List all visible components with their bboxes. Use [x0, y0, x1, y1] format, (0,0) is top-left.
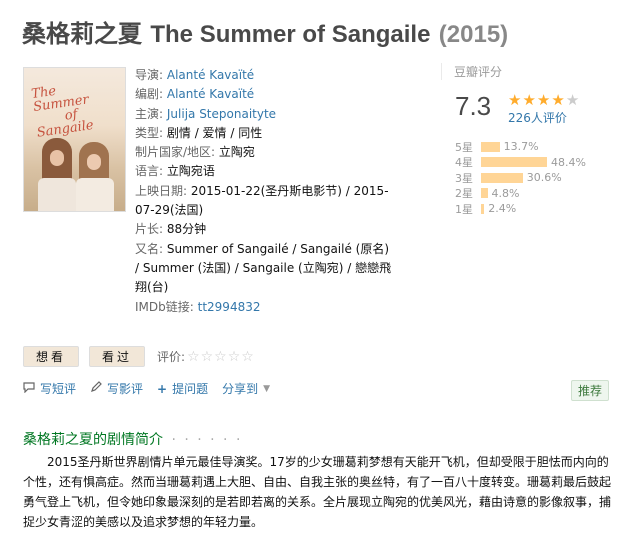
- title-zh: 桑格莉之夏: [22, 20, 142, 48]
- plus-icon: +: [157, 381, 168, 396]
- chevron-down-icon: ▼: [263, 383, 271, 394]
- rating-bar-fill: [481, 203, 485, 214]
- write-short-comment-label: 写短评: [40, 382, 77, 396]
- recommend-button[interactable]: 推荐: [571, 380, 610, 401]
- rating-bar-row: 3星 30.6%: [455, 170, 586, 186]
- rating-bar-percent: 48.4%: [551, 155, 586, 169]
- director-link[interactable]: Alanté Kavaïté: [167, 68, 254, 82]
- rating-bar-row: 5星 13.7%: [455, 139, 586, 155]
- rating-bar-label: 2星: [455, 187, 473, 201]
- country-value: 立陶宛: [218, 145, 255, 160]
- movie-poster[interactable]: The Summer of Sangaile: [23, 67, 126, 212]
- rating-bar-row: 4星 48.4%: [455, 155, 586, 171]
- rating-bar-percent: 2.4%: [488, 202, 517, 216]
- language-value: 立陶宛语: [166, 164, 215, 179]
- rating-bar-fill: [481, 157, 547, 168]
- rating-bar-label: 3星: [455, 171, 473, 185]
- rating-bar-label: 4星: [455, 156, 473, 170]
- rating-stars: ★★★★★: [508, 91, 580, 109]
- rating-bar-percent: 30.6%: [526, 171, 562, 185]
- rating-count-link[interactable]: 226人评价: [508, 109, 567, 126]
- want-to-watch-button[interactable]: 想看: [23, 346, 80, 367]
- star-filled-icon: ★: [522, 91, 537, 109]
- star-filled-icon: ★: [551, 91, 566, 109]
- rating-panel: 豆瓣评分 7.3 ★★★★★ 226人评价 5星 13.7% 4星 48.4% 3星 30…: [441, 63, 611, 216]
- rating-bar-percent: 13.7%: [503, 140, 539, 154]
- synopsis-heading: 桑格莉之夏的剧情简介 · · · · · ·: [23, 429, 242, 449]
- aka-value: Summer of Sangailé / Sangailé (原名) / Sum…: [135, 241, 392, 295]
- rate-stars-input[interactable]: ☆☆☆☆☆: [187, 349, 255, 365]
- page-title: 桑格莉之夏 The Summer of Sangaile (2015): [22, 14, 508, 49]
- toolbar: 写短评 写影评 + 提问题 分享到 ▼: [23, 380, 284, 397]
- cast-link[interactable]: Julija Steponaityte: [167, 107, 276, 121]
- rating-bar-label: 1星: [455, 202, 473, 216]
- rating-bar-row: 2星 4.8%: [455, 186, 586, 202]
- genre-value: 剧情 / 爱情 / 同性: [166, 125, 263, 140]
- pencil-icon: [90, 381, 102, 396]
- rating-score: 7.3: [455, 91, 492, 121]
- star-filled-icon: ★: [536, 91, 552, 109]
- synopsis-text: 2015圣丹斯世界剧情片单元最佳导演奖。17岁的少女珊葛莉梦想有天能开飞机，但却…: [23, 455, 612, 529]
- title-year: (2015): [438, 21, 509, 48]
- cast-label: 主演:: [135, 106, 164, 121]
- country-label: 制片国家/地区:: [135, 145, 216, 160]
- genre-label: 类型:: [135, 125, 164, 140]
- evaluate-label: 评价:: [157, 350, 186, 364]
- rating-header: 豆瓣评分: [454, 65, 503, 79]
- director-label: 导演:: [135, 68, 164, 82]
- writer-label: 编剧:: [135, 87, 164, 102]
- imdb-label: IMDb链接:: [135, 299, 194, 314]
- synopsis-title: 桑格莉之夏的剧情简介: [23, 432, 163, 448]
- rating-distribution: 5星 13.7% 4星 48.4% 3星 30.6% 2星 4.8% 1星 2.4%: [455, 139, 586, 217]
- write-short-comment-link[interactable]: 写短评: [23, 380, 76, 397]
- rating-bar-fill: [481, 141, 500, 152]
- ask-question-label: 提问题: [172, 382, 209, 396]
- poster-dress-right: [76, 178, 114, 211]
- runtime-label: 片长:: [135, 222, 164, 237]
- ask-question-link[interactable]: + 提问题: [157, 380, 208, 397]
- rating-bar-fill: [481, 172, 523, 183]
- rating-bar-percent: 4.8%: [491, 186, 520, 200]
- write-review-link[interactable]: 写影评: [90, 380, 143, 397]
- user-actions: 想看 看过 评价: ☆☆☆☆☆: [23, 346, 255, 367]
- runtime-value: 88分钟: [166, 222, 207, 237]
- star-empty-icon: ★: [565, 91, 581, 109]
- star-filled-icon: ★: [508, 91, 523, 109]
- movie-info: 导演: Alanté Kavaïté 编剧: Alanté Kavaïté 主演…: [135, 66, 393, 317]
- rating-bar-fill: [481, 188, 488, 199]
- aka-label: 又名:: [135, 241, 164, 256]
- speech-bubble-icon: [23, 381, 35, 396]
- title-en: The Summer of Sangaile: [150, 21, 431, 48]
- writer-link[interactable]: Alanté Kavaïté: [167, 87, 254, 101]
- rating-bar-label: 5星: [455, 140, 473, 154]
- rating-bar-row: 1星 2.4%: [455, 201, 586, 217]
- language-label: 语言:: [135, 164, 164, 179]
- share-label: 分享到: [222, 382, 259, 396]
- write-review-label: 写影评: [107, 382, 144, 396]
- poster-title: The Summer of Sangaile: [31, 80, 95, 141]
- watched-button[interactable]: 看过: [89, 346, 146, 367]
- synopsis-dots: · · · · · ·: [171, 432, 243, 448]
- imdb-link[interactable]: tt2994832: [198, 300, 261, 314]
- release-label: 上映日期:: [135, 183, 188, 198]
- share-dropdown[interactable]: 分享到 ▼: [222, 380, 270, 397]
- poster-dress-left: [38, 178, 76, 211]
